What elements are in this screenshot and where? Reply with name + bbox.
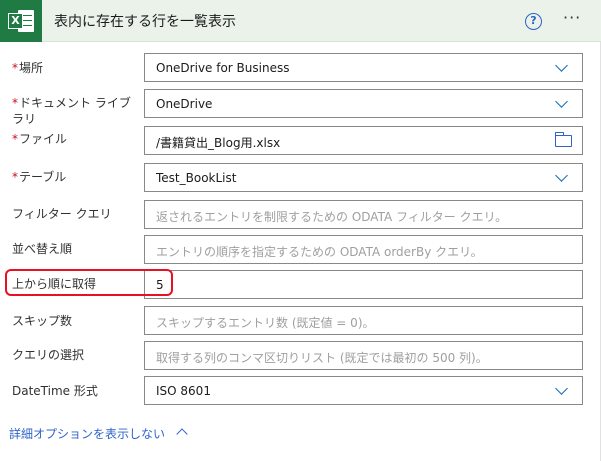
required-mark: * <box>12 170 18 184</box>
file-label: *ファイル <box>12 132 68 146</box>
datetime-value: ISO 8601 <box>156 384 211 398</box>
select-input[interactable]: 取得する列のコンマ区切りリスト (既定では最初の 500 列)。 <box>144 341 583 370</box>
excel-letter: X <box>8 13 23 29</box>
top-count-input[interactable]: 5 <box>144 270 583 299</box>
highlight-box <box>5 269 173 296</box>
table-value: Test_BookList <box>156 171 237 185</box>
chevron-down-icon[interactable] <box>556 384 568 396</box>
location-label: *場所 <box>12 61 44 75</box>
table-dropdown[interactable]: Test_BookList <box>144 163 583 192</box>
select-placeholder: 取得する列のコンマ区切りリスト (既定では最初の 500 列)。 <box>156 351 488 365</box>
datetime-dropdown[interactable]: ISO 8601 <box>144 376 583 405</box>
select-label: クエリの選択 <box>12 348 85 362</box>
more-options-icon[interactable]: ··· <box>563 8 581 27</box>
filter-input[interactable]: 返されるエントリを制限するための ODATA フィルター クエリ。 <box>144 200 583 229</box>
help-icon[interactable]: ? <box>525 13 542 30</box>
action-card: X 表内に存在する行を一覧表示 ? ··· *場所 OneDrive for B… <box>0 0 601 461</box>
folder-icon[interactable] <box>555 132 572 147</box>
chevron-up-icon[interactable] <box>176 428 188 440</box>
chevron-down-icon[interactable] <box>556 61 568 73</box>
chevron-down-icon[interactable] <box>556 97 568 109</box>
library-label: *ドキュメント ライブ ラリ <box>12 96 131 126</box>
table-label: *テーブル <box>12 170 67 184</box>
chevron-down-icon[interactable] <box>556 171 568 183</box>
file-value: /書籍貸出_Blog用.xlsx <box>156 136 281 150</box>
library-value: OneDrive <box>156 97 213 111</box>
filter-label: フィルター クエリ <box>12 207 112 221</box>
skip-label: スキップ数 <box>12 314 73 328</box>
card-header[interactable]: X 表内に存在する行を一覧表示 ? ··· <box>0 0 601 42</box>
datetime-label: DateTime 形式 <box>12 384 98 398</box>
excel-icon: X <box>0 0 42 42</box>
action-title[interactable]: 表内に存在する行を一覧表示 <box>54 11 236 31</box>
hide-advanced-options-link[interactable]: 詳細オプションを表示しない <box>9 425 165 442</box>
file-input[interactable]: /書籍貸出_Blog用.xlsx <box>144 126 583 155</box>
filter-placeholder: 返されるエントリを制限するための ODATA フィルター クエリ。 <box>156 210 508 224</box>
orderby-label: 並べ替え順 <box>12 242 73 256</box>
orderby-placeholder: エントリの順序を指定するための ODATA orderBy クエリ。 <box>156 245 483 259</box>
location-dropdown[interactable]: OneDrive for Business <box>144 53 583 82</box>
skip-input[interactable]: スキップするエントリ数 (既定値 = 0)。 <box>144 306 583 335</box>
required-mark: * <box>12 61 18 75</box>
orderby-input[interactable]: エントリの順序を指定するための ODATA orderBy クエリ。 <box>144 235 583 264</box>
library-dropdown[interactable]: OneDrive <box>144 89 583 118</box>
location-value: OneDrive for Business <box>156 61 290 75</box>
skip-placeholder: スキップするエントリ数 (既定値 = 0)。 <box>156 316 375 330</box>
required-mark: * <box>12 132 18 146</box>
required-mark: * <box>12 96 18 110</box>
